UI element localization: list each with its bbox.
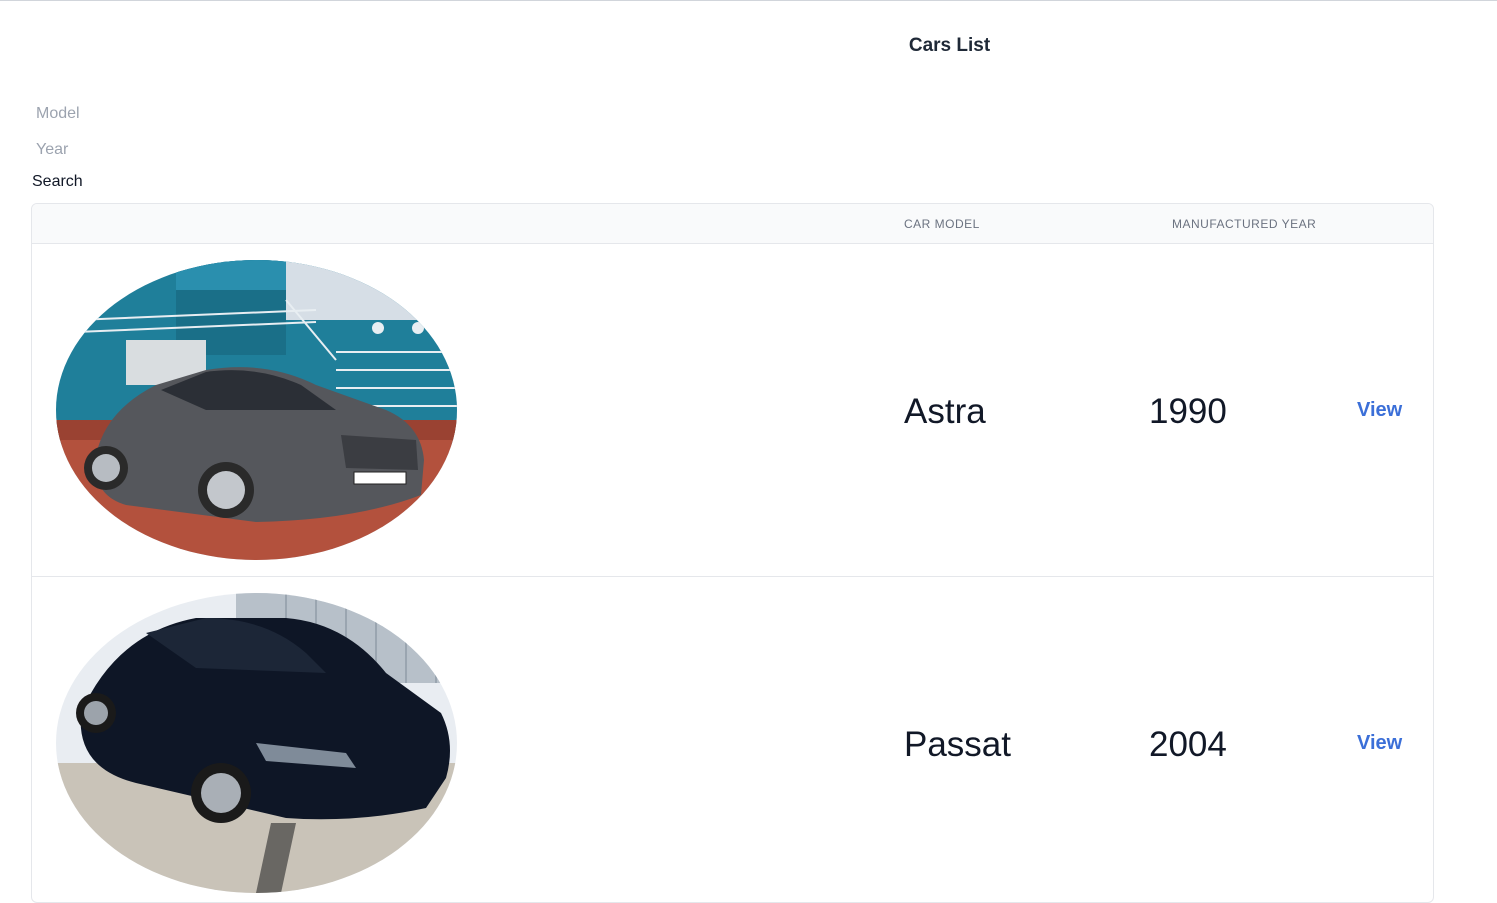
manufactured-year: 1990 xyxy=(1149,392,1227,431)
column-header-car-model: Car Model xyxy=(904,217,980,231)
model-input[interactable] xyxy=(30,100,430,128)
manufactured-year: 2004 xyxy=(1149,725,1227,764)
table-header: Car Model Manufactured Year xyxy=(32,204,1433,244)
year-input[interactable] xyxy=(30,136,430,164)
view-link[interactable]: View xyxy=(1357,399,1402,422)
page-title: Cars List xyxy=(908,35,991,56)
column-header-manufactured-year: Manufactured Year xyxy=(1172,217,1317,231)
car-image xyxy=(56,593,457,893)
search-button[interactable]: Search xyxy=(32,173,83,191)
table-row: Astra 1990 View xyxy=(32,244,1433,577)
table-row: Passat 2004 View xyxy=(32,577,1433,902)
cars-table: Car Model Manufactured Year xyxy=(31,203,1434,903)
view-link[interactable]: View xyxy=(1357,732,1402,755)
car-image xyxy=(56,260,457,560)
car-model: Astra xyxy=(904,392,986,431)
car-model: Passat xyxy=(904,725,1011,764)
